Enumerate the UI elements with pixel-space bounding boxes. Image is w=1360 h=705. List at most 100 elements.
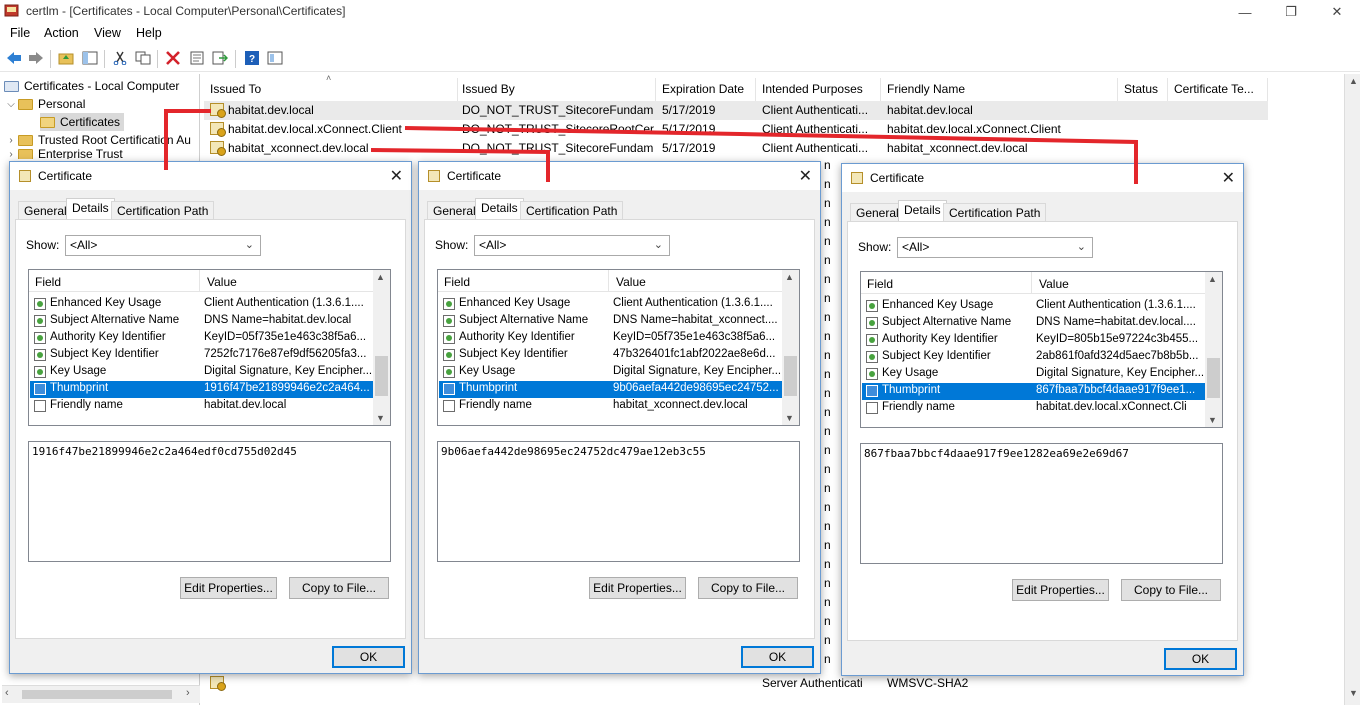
field-column-header[interactable]: Field (35, 275, 61, 289)
tree-item-certificates[interactable]: Certificates (40, 113, 125, 131)
edit-properties-button[interactable]: Edit Properties... (589, 577, 686, 599)
ok-button[interactable]: OK (1164, 648, 1237, 670)
column-issued-by[interactable]: Issued By (456, 78, 656, 102)
field-row[interactable]: Key Usage Digital Signature, Key Enciphe… (862, 366, 1206, 383)
field-row[interactable]: Subject Key Identifier 7252fc7176e87ef9d… (30, 347, 374, 364)
edit-properties-button[interactable]: Edit Properties... (180, 577, 277, 599)
field-row[interactable]: Subject Key Identifier 47b326401fc1abf20… (439, 347, 783, 364)
tab-certification-path[interactable]: Certification Path (520, 201, 624, 220)
copy-icon[interactable] (134, 49, 152, 67)
tab-certification-path[interactable]: Certification Path (111, 201, 215, 220)
close-icon[interactable]: ✕ (1222, 168, 1235, 188)
field-row[interactable]: Subject Alternative Name DNS Name=habita… (862, 315, 1206, 332)
thumbprint-value-box[interactable]: 9b06aefa442de98695ec24752dc479ae12eb3c55 (437, 441, 800, 562)
selected-field-row[interactable]: Thumbprint 1916f47be21899946e2c2a464... (30, 381, 374, 398)
close-icon[interactable]: ✕ (799, 166, 812, 186)
view-icon[interactable] (266, 49, 284, 67)
scroll-thumb[interactable] (784, 356, 797, 396)
show-dropdown[interactable]: <All> ⌄ (897, 237, 1093, 258)
column-friendly-name[interactable]: Friendly Name (881, 78, 1118, 102)
value-column-header[interactable]: Value (1039, 277, 1069, 291)
field-row[interactable]: Subject Alternative Name DNS Name=habita… (439, 313, 783, 330)
scroll-down-icon[interactable]: ▼ (1349, 688, 1358, 698)
forward-arrow-icon[interactable] (27, 49, 45, 67)
column-status[interactable]: Status (1118, 78, 1168, 102)
scroll-thumb[interactable] (1207, 358, 1220, 398)
field-row[interactable]: Friendly name habitat.dev.local.xConnect… (862, 400, 1206, 417)
maximize-button[interactable]: ❐ (1268, 0, 1314, 24)
thumbprint-value-box[interactable]: 1916f47be21899946e2c2a464edf0cd755d02d45 (28, 441, 391, 562)
cut-icon[interactable] (111, 49, 129, 67)
tree-item-enterprise[interactable]: › Enterprise Trust (4, 149, 123, 159)
tree-item-root[interactable]: Certificates - Local Computer (4, 77, 179, 95)
show-dropdown[interactable]: <All> ⌄ (65, 235, 261, 256)
scroll-up-icon[interactable]: ▲ (1349, 76, 1358, 86)
menu-file[interactable]: File (10, 26, 30, 40)
menu-action[interactable]: Action (44, 26, 79, 40)
thumbprint-value-box[interactable]: 867fbaa7bbcf4daae917f9ee1282ea69e2e69d67 (860, 443, 1223, 564)
field-row[interactable]: Enhanced Key Usage Client Authentication… (30, 296, 374, 313)
list-vertical-scrollbar[interactable]: ▲ ▼ (1344, 74, 1360, 705)
export-icon[interactable] (211, 49, 229, 67)
back-arrow-icon[interactable] (5, 49, 23, 67)
delete-icon[interactable] (164, 49, 182, 67)
close-icon[interactable]: ✕ (390, 166, 403, 186)
certificate-row[interactable]: habitat_xconnect.dev.local DO_NOT_TRUST_… (204, 139, 1268, 158)
field-row[interactable]: Subject Alternative Name DNS Name=habita… (30, 313, 374, 330)
certificate-row[interactable]: habitat.dev.local.xConnect.Client DO_NOT… (204, 120, 1268, 139)
field-row[interactable]: Enhanced Key Usage Client Authentication… (862, 298, 1206, 315)
column-intended-purposes[interactable]: Intended Purposes (756, 78, 881, 102)
field-row[interactable]: Key Usage Digital Signature, Key Enciphe… (439, 364, 783, 381)
scroll-thumb[interactable] (375, 356, 388, 396)
scroll-thumb[interactable] (22, 690, 172, 699)
help-icon[interactable]: ? (243, 49, 261, 67)
field-column-header[interactable]: Field (867, 277, 893, 291)
tree-item-personal[interactable]: ⌵ Personal (4, 95, 85, 113)
tab-certification-path[interactable]: Certification Path (943, 203, 1047, 222)
selected-field-row[interactable]: Thumbprint 867fbaa7bbcf4daae917f9ee1... (862, 383, 1206, 400)
copy-to-file-button[interactable]: Copy to File... (1121, 579, 1221, 601)
close-button[interactable]: ✕ (1314, 0, 1360, 24)
field-column-header[interactable]: Field (444, 275, 470, 289)
field-row[interactable]: Authority Key Identifier KeyID=05f735e1e… (439, 330, 783, 347)
show-hide-tree-icon[interactable] (81, 49, 99, 67)
field-row[interactable]: Subject Key Identifier 2ab861f0afd324d5a… (862, 349, 1206, 366)
scroll-down-icon[interactable]: ▼ (785, 413, 794, 423)
edit-properties-button[interactable]: Edit Properties... (1012, 579, 1109, 601)
copy-to-file-button[interactable]: Copy to File... (289, 577, 389, 599)
ok-button[interactable]: OK (741, 646, 814, 668)
value-column-header[interactable]: Value (207, 275, 237, 289)
selected-field-row[interactable]: Thumbprint 9b06aefa442de98695ec24752... (439, 381, 783, 398)
field-row[interactable]: Friendly name habitat.dev.local (30, 398, 374, 415)
up-folder-icon[interactable] (57, 49, 75, 67)
show-dropdown[interactable]: <All> ⌄ (474, 235, 670, 256)
minimize-button[interactable]: — (1222, 0, 1268, 24)
scroll-up-icon[interactable]: ▲ (785, 272, 794, 282)
tab-general[interactable]: General (18, 201, 73, 220)
value-column-header[interactable]: Value (616, 275, 646, 289)
chevron-down-icon[interactable]: ⌵ (4, 99, 18, 110)
fields-scrollbar[interactable]: ▲ ▼ (1205, 272, 1222, 427)
chevron-right-icon[interactable]: › (4, 135, 18, 146)
column-certificate-template[interactable]: Certificate Te... (1168, 78, 1268, 102)
tree-horizontal-scrollbar[interactable]: ‹ › (2, 685, 200, 703)
field-row[interactable]: Enhanced Key Usage Client Authentication… (439, 296, 783, 313)
ok-button[interactable]: OK (332, 646, 405, 668)
chevron-right-icon[interactable]: › (4, 149, 18, 159)
fields-scrollbar[interactable]: ▲ ▼ (782, 270, 799, 425)
scroll-up-icon[interactable]: ▲ (376, 272, 385, 282)
tab-general[interactable]: General (850, 203, 905, 222)
menu-view[interactable]: View (94, 26, 121, 40)
field-row[interactable]: Authority Key Identifier KeyID=05f735e1e… (30, 330, 374, 347)
copy-to-file-button[interactable]: Copy to File... (698, 577, 798, 599)
fields-scrollbar[interactable]: ▲ ▼ (373, 270, 390, 425)
tab-general[interactable]: General (427, 201, 482, 220)
properties-icon[interactable] (188, 49, 206, 67)
tab-details[interactable]: Details (66, 198, 115, 220)
tab-details[interactable]: Details (475, 198, 524, 220)
scroll-down-icon[interactable]: ▼ (376, 413, 385, 423)
scroll-up-icon[interactable]: ▲ (1208, 274, 1217, 284)
certificate-row[interactable]: Server Authenticati WMSVC-SHA2 (204, 674, 1268, 693)
tree-item-trusted-root[interactable]: › Trusted Root Certification Au (4, 131, 191, 149)
scroll-left-icon[interactable]: ‹ (5, 687, 9, 699)
